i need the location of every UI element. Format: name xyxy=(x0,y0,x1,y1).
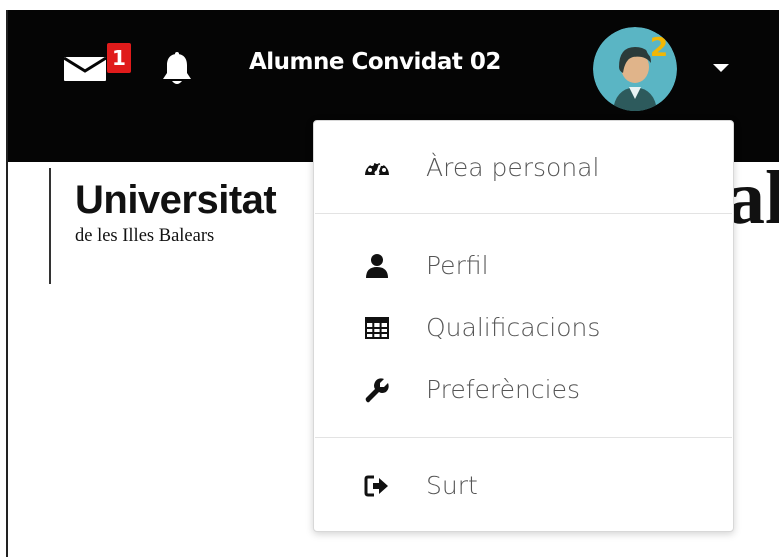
dashboard-icon xyxy=(365,160,389,176)
user-menu-caret-icon[interactable] xyxy=(713,64,729,72)
messages-count-badge[interactable]: 1 xyxy=(107,43,131,73)
user-name[interactable]: Alumne Convidat 02 xyxy=(249,49,501,75)
wrench-icon xyxy=(365,378,389,403)
background-heading-fragment: al xyxy=(727,156,779,240)
logo-divider xyxy=(49,168,51,284)
menu-item-label: Àrea personal xyxy=(426,153,600,182)
menu-item-surt[interactable]: Surt xyxy=(314,461,733,511)
avatar[interactable]: 2 xyxy=(593,27,677,111)
menu-item-label: Surt xyxy=(426,471,478,500)
menu-item-label: Preferències xyxy=(426,375,580,404)
menu-item-area-personal[interactable]: Àrea personal xyxy=(314,143,733,193)
menu-item-perfil[interactable]: Perfil xyxy=(314,241,733,291)
menu-item-qualificacions[interactable]: Qualificacions xyxy=(314,303,733,353)
sign-out-icon xyxy=(364,475,388,497)
logo-subtitle: de les Illes Balears xyxy=(75,226,215,246)
mail-icon[interactable] xyxy=(63,56,107,82)
bell-icon[interactable] xyxy=(160,51,194,87)
table-icon xyxy=(365,317,389,339)
logo-title: Universitat xyxy=(75,178,277,222)
menu-item-preferencies[interactable]: Preferències xyxy=(314,365,733,415)
menu-divider xyxy=(315,437,732,438)
user-dropdown-menu: Àrea personal Perfil Qualificacions Pref… xyxy=(313,120,734,532)
menu-item-label: Perfil xyxy=(426,251,489,280)
user-icon xyxy=(366,254,388,278)
menu-item-label: Qualificacions xyxy=(426,313,601,342)
menu-divider xyxy=(315,213,732,214)
